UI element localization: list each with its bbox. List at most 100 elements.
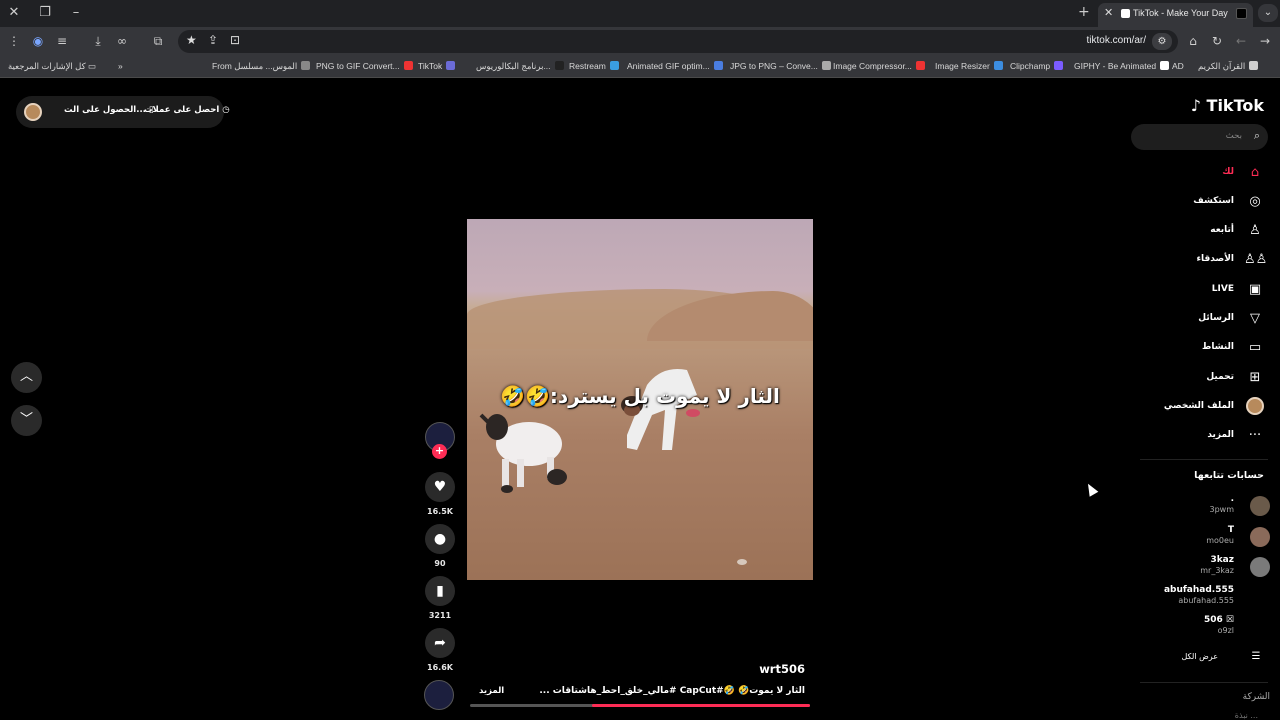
tab-search-icon[interactable]: ⌄ [1258,4,1278,22]
sidebar: ♪ TikTok بحث ⌕ ⌂ لك ◎ استكشف ♙ أتابعه ♙♙ الأصدق… [1130,79,1280,720]
bookmark-item[interactable]: JPG to PNG – Conve... [730,61,831,71]
following-account[interactable]: Tmo0eu [1140,525,1270,553]
bookmark-item[interactable]: Animated GIF optim... [627,61,723,71]
about-link[interactable]: نبذة ... [1235,711,1258,720]
reload-icon[interactable]: ↻ [1209,33,1225,49]
tab-favicon-icon [1121,9,1130,18]
site-settings-icon[interactable]: ⚙ [1152,33,1172,50]
follow-plus-icon[interactable]: + [432,444,447,459]
minimize-window-icon[interactable]: – [66,4,86,22]
account-name: 506 ☒ [1204,615,1234,625]
bookmark-item[interactable]: Clipchamp [1010,61,1064,71]
get-coins-button[interactable]: احصل على عملات ◷ [144,105,230,115]
sidebar-item-label: الرسائل [1198,313,1234,323]
tab-close-icon[interactable]: ✕ [1104,6,1113,19]
account-handle: o9zl [1217,626,1234,635]
close-window-icon[interactable]: ✕ [4,4,24,22]
account-name: 3kaz [1210,555,1234,565]
tiktok-page: الحصول على الت... ▯ احصل على عملات ◷ ︿ ﹀… [0,79,1280,720]
avatar [1250,587,1270,607]
bookmark-item[interactable]: AD [1172,61,1184,71]
upload-icon: ⊞ [1249,369,1261,385]
restore-window-icon[interactable]: ❐ [35,4,55,22]
share-button[interactable]: ➦ [425,628,455,658]
all-bookmarks-button[interactable]: كل الإشارات المرجعية ▭ [8,61,96,72]
avatar[interactable] [24,103,42,121]
share-count: 16.6K [427,663,453,672]
menu-dots-icon[interactable]: ⋮ [6,33,22,49]
tiktok-logo[interactable]: ♪ TikTok [1191,96,1264,115]
sidebar-item-7[interactable]: ⊞ تحميل [1206,367,1266,387]
sidebar-item-label: لك [1222,167,1234,177]
bookmark-item[interactable]: TikTok [418,61,456,71]
reading-list-icon[interactable]: ≡ [54,33,70,49]
bookmark-item[interactable]: PNG to GIF Convert... [316,61,413,71]
bookmark-item[interactable]: Image Compressor... [833,61,925,71]
video-caption: الثار لا يموت بل يسترد:🤣🤣 [500,384,780,408]
account-name: T [1227,525,1234,535]
video-progress-bar[interactable] [470,704,810,707]
bookmark-item[interactable]: GIPHY - Be Animated [1074,61,1170,71]
bookmarks-overflow-icon[interactable]: » [118,61,123,71]
sidebar-item-6[interactable]: ▭ النشاط [1202,337,1266,357]
back-icon[interactable]: → [1257,33,1273,49]
see-all-button[interactable]: ☰ عرض الكل [1181,651,1264,662]
bookmark-item[interactable]: From الموس... مسلسل [212,61,311,72]
company-link[interactable]: الشركة [1243,692,1270,702]
share-icon[interactable]: ⇪ [208,33,218,47]
sidebar-item-1[interactable]: ◎ استكشف [1193,191,1266,211]
search-input[interactable]: بحث ⌕ [1131,124,1268,150]
download-icon[interactable]: ⤓ [90,33,106,49]
link-icon[interactable]: ∞ [114,33,130,49]
address-bar[interactable]: ★ ⇪ ⊡ tiktok.com/ar/ ⚙ [178,30,1178,53]
next-video-button[interactable]: ﹀ [11,405,42,436]
install-icon[interactable]: ⊡ [230,33,240,47]
browser-tab-bar: ✕ ❐ – + ✕ TikTok - Make Your Day ⌄ [0,0,1280,27]
sidebar-item-5[interactable]: ▽ الرسائل [1198,308,1266,328]
bookmark-item[interactable]: Restream [569,61,619,71]
divider [1140,682,1268,683]
sidebar-item-9[interactable]: ··· المزيد [1207,425,1266,445]
sidebar-item-3[interactable]: ♙♙ الأصدقاء [1196,249,1268,269]
friends-icon: ♙♙ [1244,251,1268,267]
profile-avatar [1246,397,1264,415]
video-pebble [737,559,747,565]
following-account[interactable]: . 3pwm [1140,494,1270,522]
following-icon: ♙ [1249,222,1261,238]
profile-icon[interactable]: ◉ [30,33,46,49]
following-account[interactable]: 3kaz mr_3kaz [1140,555,1270,583]
following-account[interactable]: 506 ☒ o9zl [1140,615,1270,643]
video-player[interactable]: الثار لا يموت بل يسترد:🤣🤣 [467,219,813,580]
tiktok-favicon-icon [1236,8,1247,19]
sidebar-item-4[interactable]: ▣ LIVE [1212,279,1266,299]
following-account[interactable]: abufahad.555 abufahad.555 [1140,585,1270,613]
extensions-icon[interactable]: ⧉ [150,33,166,49]
sidebar-item-0[interactable]: ⌂ لك [1222,162,1266,182]
sidebar-item-8[interactable]: الملف الشخصي [1164,396,1266,416]
tab-tiktok[interactable]: ✕ TikTok - Make Your Day [1098,3,1253,27]
account-name: abufahad.555 [1163,585,1234,595]
home-browser-icon[interactable]: ⌂ [1185,33,1201,49]
more-button[interactable]: المزيد [479,686,504,696]
search-icon[interactable]: ⌕ [1254,129,1260,143]
bookmark-star-icon[interactable]: ★ [186,33,197,47]
bookmark-item[interactable]: Image Resizer [935,61,1003,71]
previous-video-button[interactable]: ︿ [11,362,42,393]
chevron-up-icon: ︿ [19,369,33,384]
author-name[interactable]: wrt506 [759,662,805,676]
video-progress-fill [592,704,810,707]
bookmark-button[interactable]: ▮ [425,576,455,606]
bookmark-item[interactable]: القرآن الكريم [1198,61,1259,72]
forward-icon[interactable]: ← [1233,33,1249,49]
like-button[interactable]: ♥ [425,472,455,502]
bookmark-item[interactable]: برنامج البكالوريوس... [476,61,564,72]
chevron-down-icon: ﹀ [19,412,33,427]
sidebar-item-2[interactable]: ♙ أتابعه [1210,220,1266,240]
get-app-button[interactable]: الحصول على الت... ▯ [64,105,154,115]
new-tab-icon[interactable]: + [1078,4,1090,20]
bookmarks-bar: كل الإشارات المرجعية ▭ » القرآن الكريم A… [0,56,1280,78]
next-creator-avatar[interactable] [424,680,454,710]
messages-icon: ▽ [1250,310,1260,326]
home-icon: ⌂ [1250,164,1260,180]
comment-button[interactable]: ● [425,524,455,554]
